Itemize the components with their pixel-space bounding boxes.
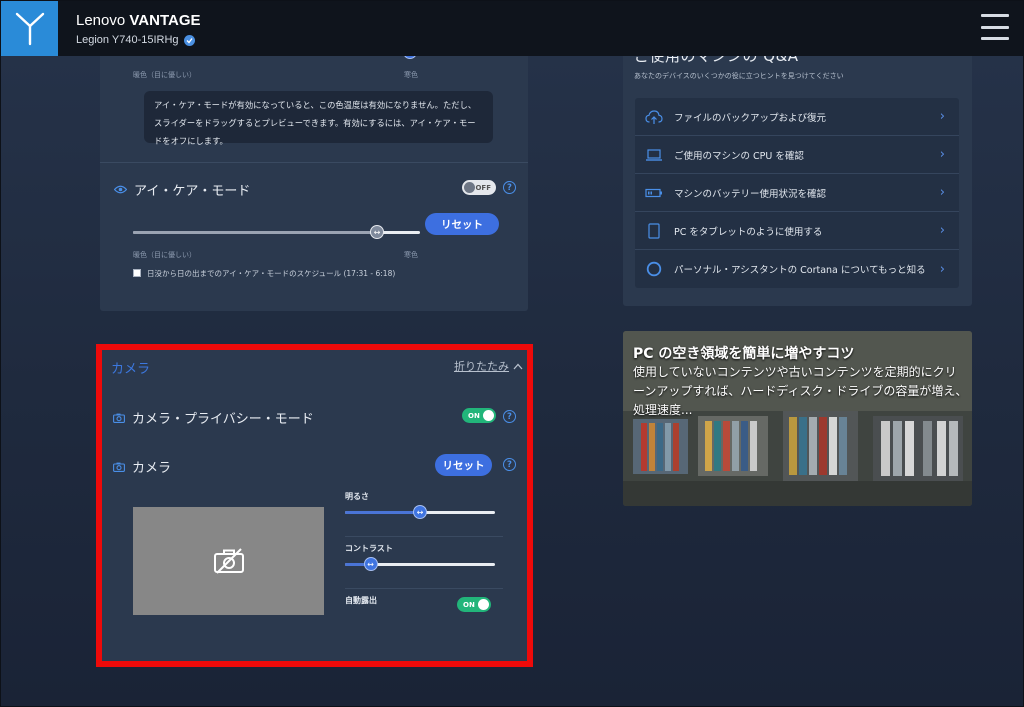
chevron-right-icon: ›: [939, 147, 945, 162]
chevron-up-icon: [513, 363, 523, 369]
schedule-checkbox[interactable]: [133, 269, 141, 277]
cloud-upload-icon: [645, 109, 663, 124]
cortana-icon: [646, 261, 662, 277]
verified-icon: [183, 34, 195, 46]
toggle-knob: [478, 599, 489, 610]
eye-care-slider-thumb[interactable]: ↔: [369, 225, 384, 239]
brightness-slider-fill: [345, 511, 420, 514]
app-header: Lenovo VANTAGE Legion Y740-15IRHg: [1, 1, 1023, 56]
chevron-right-icon: ›: [939, 261, 945, 277]
toggle-knob: [483, 410, 494, 421]
chevron-right-icon: ›: [939, 223, 945, 238]
qa-item-tablet[interactable]: PC をタブレットのように使用する ›: [635, 212, 959, 250]
app-window: Lenovo VANTAGE Legion Y740-15IRHg 暖色（目に優…: [0, 0, 1024, 707]
divider: [345, 588, 503, 589]
tablet-icon: [648, 222, 660, 239]
camera-row: カメラ: [113, 457, 171, 476]
brightness-label: 明るさ: [345, 492, 369, 501]
eye-care-reset-button[interactable]: リセット: [425, 213, 499, 235]
product-name: VANTAGE: [129, 12, 201, 29]
camera-privacy-toggle[interactable]: ON: [462, 408, 496, 423]
camera-privacy-title: カメラ・プライバシー・モード: [132, 412, 314, 427]
warm-label: 暖色（目に優しい）: [133, 251, 196, 259]
eye-icon: [114, 185, 127, 194]
cool-label: 寒色: [404, 251, 418, 259]
qa-item-label: マシンのバッテリー使用状況を確認: [674, 188, 827, 200]
camera-privacy-row: カメラ・プライバシー・モード: [113, 408, 314, 427]
article-title: PC の空き領域を簡単に増やすコツ: [633, 346, 855, 362]
collapse-link[interactable]: 折りたたみ: [454, 358, 523, 374]
help-icon[interactable]: ?: [503, 410, 516, 423]
qa-item-label: ファイルのバックアップおよび復元: [674, 112, 827, 124]
camera-icon: [113, 413, 125, 423]
battery-icon: [645, 188, 662, 197]
chevron-right-icon: ›: [939, 185, 945, 200]
chevron-right-icon: ›: [939, 109, 945, 124]
auto-exposure-toggle-state: ON: [463, 600, 475, 609]
laptop-icon: [646, 148, 662, 161]
toggle-knob: [464, 182, 475, 193]
qa-item-label: パーソナル・アシスタントの Cortana についてもっと知る: [674, 265, 926, 276]
qa-item-backup[interactable]: ファイルのバックアップおよび復元 ›: [635, 98, 959, 136]
contrast-label: コントラスト: [345, 544, 393, 553]
hamburger-menu-icon[interactable]: [981, 14, 1009, 40]
eye-care-title: アイ・ケア・モード: [134, 184, 251, 199]
divider: [345, 536, 503, 537]
camera-off-icon: [213, 548, 244, 574]
brightness-slider-thumb[interactable]: ↔: [413, 505, 427, 519]
qa-item-label: ご使用のマシンの CPU を確認: [674, 150, 804, 162]
auto-exposure-label: 自動露出: [345, 596, 377, 605]
device-model: Legion Y740-15IRHg: [76, 34, 179, 46]
eye-care-row: アイ・ケア・モード: [114, 180, 250, 199]
schedule-label: 日没から日の出までのアイ・ケア・モードのスケジュール (17:31 - 6:18…: [147, 269, 396, 278]
collapse-label: 折りたたみ: [454, 360, 509, 373]
vantage-logo-icon: [15, 12, 44, 45]
cool-label: 寒色: [404, 71, 418, 79]
qa-item-battery[interactable]: マシンのバッテリー使用状況を確認 ›: [635, 174, 959, 212]
camera-icon: [113, 462, 125, 472]
device-name: Legion Y740-15IRHg: [76, 34, 195, 46]
contrast-slider-thumb[interactable]: ↔: [363, 557, 378, 571]
lenovo-vantage-logo[interactable]: [1, 1, 58, 56]
eye-care-notice: アイ・ケア・モードが有効になっていると、この色温度は有効になりません。ただし、ス…: [144, 91, 493, 146]
qa-subtitle: あなたのデバイスのいくつかの役に立つヒントを見つけてください: [634, 72, 844, 80]
article-card[interactable]: PC の空き領域を簡単に増やすコツ 使用していないコンテンツや古いコンテンツを定…: [623, 331, 972, 506]
eye-care-toggle[interactable]: OFF: [462, 180, 496, 195]
article-body: 使用していないコンテンツや古いコンテンツを定期的にクリーンアップすれば、ハードデ…: [633, 365, 968, 417]
qa-item-label: PC をタブレットのように使用する: [674, 226, 823, 238]
camera-panel: [100, 349, 528, 662]
eye-care-slider-fill: [133, 231, 377, 234]
camera-section-heading: カメラ: [111, 362, 151, 377]
help-icon[interactable]: ?: [503, 181, 516, 194]
camera-privacy-toggle-state: ON: [468, 411, 480, 420]
app-title: Lenovo VANTAGE: [76, 12, 201, 29]
camera-preview: [133, 507, 324, 615]
qa-list: ファイルのバックアップおよび復元 › ご使用のマシンの CPU を確認 › マシ…: [635, 98, 959, 288]
help-icon[interactable]: ?: [503, 458, 516, 471]
eye-care-toggle-state: OFF: [475, 183, 491, 192]
auto-exposure-toggle[interactable]: ON: [457, 597, 491, 612]
divider: [100, 162, 528, 163]
brand-name: Lenovo: [76, 12, 126, 29]
qa-item-cpu[interactable]: ご使用のマシンの CPU を確認 ›: [635, 136, 959, 174]
camera-reset-button[interactable]: リセット: [435, 454, 492, 476]
qa-item-cortana[interactable]: パーソナル・アシスタントの Cortana についてもっと知る ›: [635, 250, 959, 288]
camera-title: カメラ: [132, 461, 172, 476]
warm-label: 暖色（目に優しい）: [133, 71, 196, 79]
